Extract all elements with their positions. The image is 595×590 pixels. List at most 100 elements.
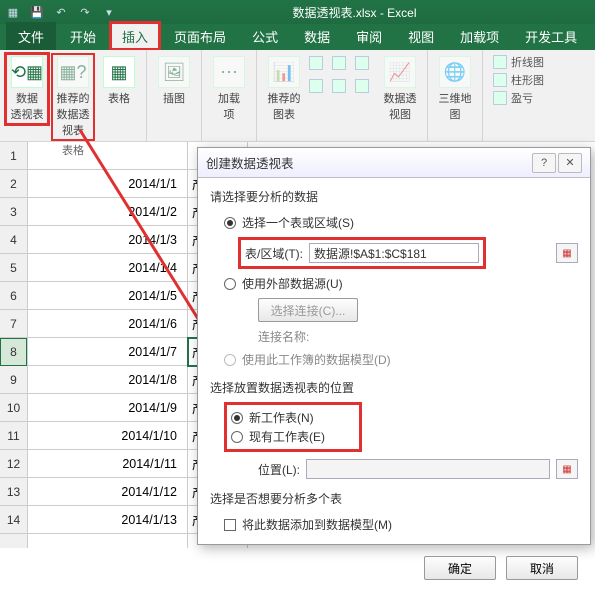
range-label: 表/区域(T): — [245, 245, 303, 262]
row-header[interactable]: 9 — [0, 366, 27, 394]
row-header[interactable]: 3 — [0, 198, 27, 226]
collapse-dialog-icon[interactable]: ▦ — [556, 243, 578, 263]
chart-type-icon[interactable] — [309, 79, 323, 93]
group-label-tables: 表格 — [6, 140, 140, 160]
dialog-titlebar[interactable]: 创建数据透视表 ? ✕ — [198, 148, 590, 178]
tab-view[interactable]: 视图 — [396, 22, 446, 50]
pivot-chart-label: 数据透视图 — [379, 90, 421, 122]
ribbon-group-illustrations: 🖼 插图 — [147, 50, 202, 141]
redo-icon[interactable]: ↷ — [76, 3, 94, 21]
qat-dropdown-icon[interactable]: ▾ — [100, 3, 118, 21]
recommended-pivot-button[interactable]: ▦? 推荐的 数据透视表 — [52, 54, 94, 140]
illustrations-button[interactable]: 🖼 插图 — [153, 54, 195, 108]
cell[interactable]: 2014/1/5 — [28, 282, 187, 310]
ok-button[interactable]: 确定 — [424, 556, 496, 580]
radio-select-range[interactable] — [224, 217, 236, 229]
excel-icon[interactable]: ▦ — [4, 3, 22, 21]
chart-type-icon[interactable] — [332, 56, 346, 70]
radio-datamodel-label: 使用此工作簿的数据模型(D) — [242, 351, 391, 368]
tab-formulas[interactable]: 公式 — [240, 22, 290, 50]
chart-type-icon[interactable] — [355, 56, 369, 70]
sparkline-line-button[interactable]: 折线图 — [493, 54, 544, 70]
tab-addins[interactable]: 加载项 — [448, 22, 511, 50]
illustrations-label: 插图 — [163, 90, 185, 106]
tab-insert[interactable]: 插入 — [110, 22, 160, 50]
cell[interactable]: 2014/1/10 — [28, 422, 187, 450]
choose-connection-button[interactable]: 选择连接(C)... — [258, 298, 358, 322]
recommended-pivot-icon: ▦? — [57, 56, 89, 88]
cell[interactable]: 2014/1/3 — [28, 226, 187, 254]
location-input[interactable] — [306, 459, 550, 479]
row-header[interactable]: 7 — [0, 310, 27, 338]
tab-file[interactable]: 文件 — [6, 22, 56, 50]
close-button[interactable]: ✕ — [558, 153, 582, 173]
row-header[interactable]: 4 — [0, 226, 27, 254]
checkbox-add-to-model[interactable] — [224, 519, 236, 531]
3d-map-button[interactable]: 🌐 三维地 图 — [434, 54, 476, 124]
pivot-table-icon: ⟲▦ — [11, 56, 43, 88]
section-multi-tables: 选择是否想要分析多个表 — [210, 490, 578, 507]
cell[interactable]: 2014/1/1 — [28, 170, 187, 198]
create-pivot-dialog: 创建数据透视表 ? ✕ 请选择要分析的数据 选择一个表或区域(S) 表/区域(T… — [197, 147, 591, 545]
chart-type-icon[interactable] — [332, 79, 346, 93]
recommended-chart-label: 推荐的 图表 — [268, 90, 301, 122]
row-header[interactable]: 5 — [0, 254, 27, 282]
chart-type-icon[interactable] — [309, 56, 323, 70]
row-headers: 1234567891011121314 — [0, 142, 28, 548]
cell[interactable]: 2014/1/12 — [28, 478, 187, 506]
row-header[interactable]: 2 — [0, 170, 27, 198]
row-header[interactable]: 10 — [0, 394, 27, 422]
tab-home[interactable]: 开始 — [58, 22, 108, 50]
column-a: 2014/1/12014/1/22014/1/32014/1/42014/1/5… — [28, 142, 188, 548]
tab-review[interactable]: 审阅 — [344, 22, 394, 50]
ribbon-group-sparklines: 折线图 柱形图 盈亏 — [483, 50, 550, 141]
pivot-chart-button[interactable]: 📈 数据透视图 — [379, 54, 421, 124]
chart-type-icon[interactable] — [355, 79, 369, 93]
cell[interactable]: 2014/1/4 — [28, 254, 187, 282]
cell[interactable]: 2014/1/7 — [28, 338, 187, 366]
pivot-table-label: 数据 透视表 — [11, 90, 44, 122]
pivot-table-button[interactable]: ⟲▦ 数据 透视表 — [6, 54, 48, 124]
radio-new-sheet-label: 新工作表(N) — [249, 409, 314, 426]
radio-datamodel — [224, 354, 236, 366]
tab-developer[interactable]: 开发工具 — [513, 22, 589, 50]
3d-map-label: 三维地 图 — [439, 90, 472, 122]
highlight-placement-box: 新工作表(N) 现有工作表(E) — [224, 402, 362, 452]
recommended-chart-icon: 📊 — [268, 56, 300, 88]
row-header[interactable]: 11 — [0, 422, 27, 450]
sparkline-column-button[interactable]: 柱形图 — [493, 72, 544, 88]
row-header[interactable]: 12 — [0, 450, 27, 478]
row-header[interactable]: 13 — [0, 478, 27, 506]
recommended-chart-button[interactable]: 📊 推荐的 图表 — [263, 54, 305, 124]
cell[interactable]: 2014/1/13 — [28, 506, 187, 534]
radio-new-sheet[interactable] — [231, 412, 243, 424]
collapse-dialog-icon[interactable]: ▦ — [556, 459, 578, 479]
range-input[interactable]: 数据源!$A$1:$C$181 — [309, 243, 479, 263]
sparkline-column-icon — [493, 73, 507, 87]
addins-button[interactable]: ⋯ 加载 项 — [208, 54, 250, 124]
radio-external-source[interactable] — [224, 278, 236, 290]
tab-page-layout[interactable]: 页面布局 — [162, 22, 238, 50]
cell[interactable]: 2014/1/6 — [28, 310, 187, 338]
highlight-range-box: 表/区域(T): 数据源!$A$1:$C$181 — [238, 237, 486, 269]
cell[interactable]: 2014/1/9 — [28, 394, 187, 422]
sparkline-winloss-button[interactable]: 盈亏 — [493, 90, 544, 106]
row-header[interactable]: 6 — [0, 282, 27, 310]
recommended-pivot-label: 推荐的 数据透视表 — [52, 90, 94, 138]
sparkline-line-icon — [493, 55, 507, 69]
ribbon-tabs: 文件 开始 插入 页面布局 公式 数据 审阅 视图 加载项 开发工具 — [0, 24, 595, 50]
save-icon[interactable]: 💾 — [28, 3, 46, 21]
radio-existing-sheet[interactable] — [231, 431, 243, 443]
cell[interactable]: 2014/1/11 — [28, 450, 187, 478]
help-button[interactable]: ? — [532, 153, 556, 173]
cell[interactable]: 2014/1/8 — [28, 366, 187, 394]
row-header[interactable]: 14 — [0, 506, 27, 534]
cell[interactable]: 2014/1/2 — [28, 198, 187, 226]
sparkline-winloss-label: 盈亏 — [511, 90, 533, 106]
undo-icon[interactable]: ↶ — [52, 3, 70, 21]
table-button[interactable]: ▦ 表格 — [98, 54, 140, 108]
ribbon-group-addins: ⋯ 加载 项 — [202, 50, 257, 141]
row-header[interactable]: 8 — [0, 338, 27, 366]
tab-data[interactable]: 数据 — [292, 22, 342, 50]
cancel-button[interactable]: 取消 — [506, 556, 578, 580]
